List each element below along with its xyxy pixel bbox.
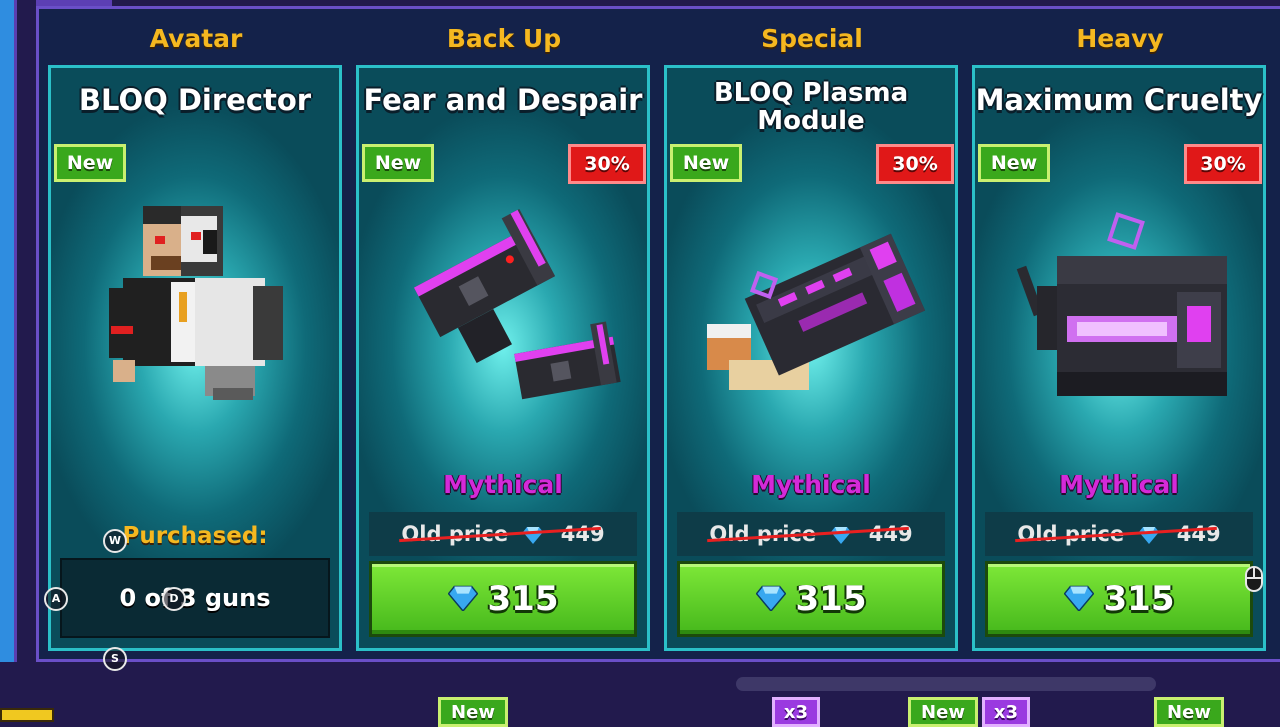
bottom-x3-badge: x3 xyxy=(772,697,820,727)
gem-icon xyxy=(755,585,786,611)
bottom-x3-badge: x3 xyxy=(982,697,1030,727)
category-special: Special xyxy=(761,24,863,53)
price-value: 315 xyxy=(487,579,559,619)
mouse-icon xyxy=(1245,566,1263,592)
shop-card-avatar[interactable]: BLOQ Director New Purchased: 0 of 3 guns xyxy=(48,65,342,651)
gem-icon xyxy=(447,585,478,611)
horizontal-scrollbar[interactable] xyxy=(736,677,1156,691)
heavy-cannon-icon xyxy=(1016,212,1227,396)
card-title: BLOQ Plasma Module xyxy=(667,79,955,135)
key-hint-s: S xyxy=(103,647,127,671)
discount-badge: 30% xyxy=(1184,144,1262,184)
owned-count: 0 of 3 guns xyxy=(60,558,330,638)
category-avatar: Avatar xyxy=(149,24,243,53)
rarity-label: Mythical xyxy=(751,470,871,499)
left-edge-strip xyxy=(0,0,17,662)
rarity-label: Mythical xyxy=(1059,470,1179,499)
gem-icon xyxy=(523,527,544,544)
gem-icon xyxy=(1139,527,1160,544)
bottom-new-badge: New xyxy=(908,697,978,727)
pistol-pair-icon xyxy=(413,208,621,400)
buy-button[interactable]: 315 xyxy=(985,561,1253,637)
old-price-value: 449 xyxy=(560,522,605,546)
gem-icon xyxy=(831,527,852,544)
purchased-label: Purchased: xyxy=(122,523,268,549)
plasma-module-icon xyxy=(707,233,926,390)
shop-card-back-up[interactable]: Fear and Despair New 30% Mythical Old pr… xyxy=(356,65,650,651)
bottom-new-badge: New xyxy=(1154,697,1224,727)
new-badge: New xyxy=(54,144,126,182)
new-badge: New xyxy=(670,144,742,182)
card-title: Fear and Despair xyxy=(363,83,643,117)
price-value: 315 xyxy=(1103,579,1175,619)
new-badge: New xyxy=(978,144,1050,182)
key-hint-d: D xyxy=(162,587,186,611)
discount-badge: 30% xyxy=(568,144,646,184)
key-hint-w: W xyxy=(103,529,127,553)
old-price-row: Old price 449 xyxy=(985,512,1253,556)
rarity-label: Mythical xyxy=(443,470,563,499)
old-price-row: Old price 449 xyxy=(369,512,637,556)
new-badge: New xyxy=(362,144,434,182)
price-value: 315 xyxy=(795,579,867,619)
shop-card-heavy[interactable]: Maximum Cruelty New 30% Mythical Old pri… xyxy=(972,65,1266,651)
card-title: Maximum Cruelty xyxy=(975,83,1263,117)
avatar-figure xyxy=(109,206,283,400)
key-hint-a: A xyxy=(44,587,68,611)
discount-badge: 30% xyxy=(876,144,954,184)
old-price-value: 449 xyxy=(1176,522,1221,546)
category-back-up: Back Up xyxy=(446,24,562,53)
old-price-value: 449 xyxy=(868,522,913,546)
shop-card-special[interactable]: BLOQ Plasma Module New 30% Mythical Old … xyxy=(664,65,958,651)
old-price-row: Old price 449 xyxy=(677,512,945,556)
buy-button[interactable]: 315 xyxy=(677,561,945,637)
card-title-text: BLOQ Plasma Module xyxy=(713,78,909,136)
bottom-new-badge: New xyxy=(438,697,508,727)
category-heavy: Heavy xyxy=(1076,24,1164,53)
card-title: BLOQ Director xyxy=(78,83,312,117)
buy-button[interactable]: 315 xyxy=(369,561,637,637)
gem-icon xyxy=(1063,585,1094,611)
